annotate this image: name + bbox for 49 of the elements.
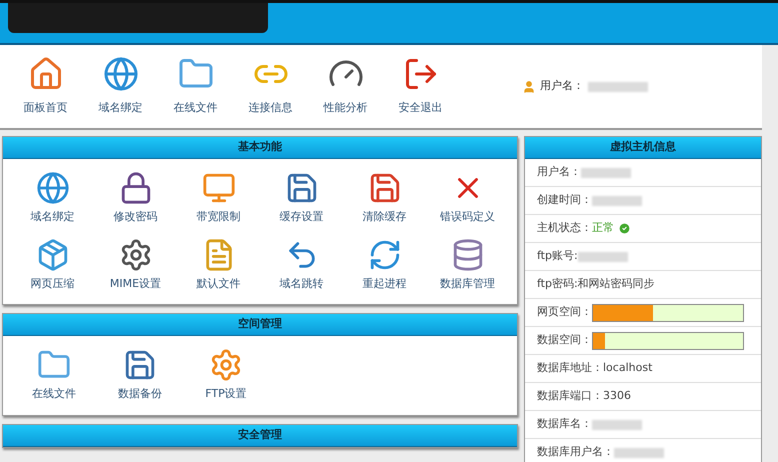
function-item[interactable]: MIME设置 <box>98 238 172 292</box>
section-header: 基本功能 <box>3 137 517 159</box>
toolbar-button[interactable]: 性能分析 <box>308 56 383 117</box>
toolbar-button[interactable]: 在线文件 <box>158 56 233 117</box>
globe-icon <box>36 171 70 205</box>
function-item[interactable]: 域名绑定 <box>16 171 90 226</box>
toolbar-button[interactable]: 面板首页 <box>8 56 83 117</box>
globe-icon <box>102 56 138 92</box>
blurred-value <box>614 448 664 458</box>
toolbar-button[interactable]: 连接信息 <box>233 56 308 117</box>
section-header: 安全管理 <box>3 424 517 446</box>
function-item[interactable]: 数据库管理 <box>430 238 504 292</box>
toolbar-button[interactable]: 域名绑定 <box>83 56 158 117</box>
function-item[interactable]: 默认文件 <box>182 238 256 292</box>
function-item[interactable]: 在线文件 <box>11 348 97 402</box>
info-label: 数据库名： <box>537 416 592 432</box>
status-text: 正常 <box>592 220 614 236</box>
gear-icon <box>209 348 243 382</box>
section-header: 空间管理 <box>3 314 517 336</box>
info-label: 主机状态： <box>537 220 592 236</box>
function-item[interactable]: 带宽限制 <box>182 171 256 226</box>
info-text: ftp密码:和网站密码同步 <box>537 276 655 292</box>
user-label: 用户名： <box>540 78 584 94</box>
info-label: 数据空间： <box>537 332 592 348</box>
function-item[interactable]: 清除缓存 <box>348 171 422 226</box>
info-text: 数据库地址：localhost <box>537 360 652 376</box>
blurred-value <box>578 252 628 262</box>
blurred-value <box>588 82 648 92</box>
function-item[interactable]: 缓存设置 <box>264 171 338 226</box>
blurred-value <box>581 168 631 178</box>
info-text: 数据库端口：3306 <box>537 388 631 404</box>
info-label: 数据库用户名： <box>537 444 614 460</box>
function-item[interactable]: 重起进程 <box>348 238 422 292</box>
function-item[interactable]: 数据备份 <box>97 348 183 402</box>
function-item[interactable]: 域名跳转 <box>264 238 338 292</box>
info-label: ftp账号: <box>537 248 578 264</box>
function-item[interactable]: 错误码定义 <box>430 171 504 226</box>
user-icon <box>522 80 536 94</box>
info-label: 网页空间： <box>537 304 592 320</box>
section-header: 虚拟主机信息 <box>525 137 761 159</box>
toolbar-button[interactable]: 安全退出 <box>383 56 458 117</box>
blurred-value <box>592 420 642 430</box>
blurred-value <box>592 196 642 206</box>
function-item[interactable]: FTP设置 <box>183 348 269 402</box>
function-item[interactable]: 网页压缩 <box>16 238 90 292</box>
info-label: 用户名： <box>537 164 581 180</box>
info-label: 创建时间： <box>537 192 592 208</box>
function-item[interactable]: 修改密码 <box>98 171 172 226</box>
check-icon <box>618 222 631 235</box>
